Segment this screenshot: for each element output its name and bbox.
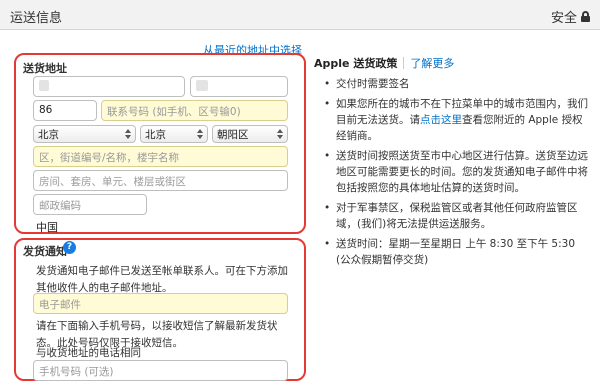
unit-field[interactable]: 房间、套房、单元、楼层或街区 bbox=[33, 170, 288, 191]
district-value: 朝阳区 bbox=[217, 128, 249, 141]
country-code-field[interactable]: 86 bbox=[33, 100, 97, 121]
country-label: 中国 bbox=[36, 221, 58, 234]
page-title: 运送信息 bbox=[10, 11, 63, 26]
secure-label: 安全 bbox=[550, 11, 577, 26]
shipping-address-label: 送货地址 bbox=[23, 62, 67, 75]
postal-code-field[interactable]: 邮政编码 bbox=[33, 194, 147, 215]
lock-icon bbox=[581, 11, 590, 22]
district-select[interactable]: 朝阳区 bbox=[212, 125, 288, 143]
chevron-updown-icon bbox=[125, 129, 131, 139]
policy-item: 交付时需要签名 bbox=[322, 76, 592, 92]
click-here-link[interactable]: 点击这里 bbox=[420, 114, 462, 126]
province-select[interactable]: 北京 bbox=[33, 125, 136, 143]
policy-list: 交付时需要签名 如果您所在的城市不在下拉菜单中的城市范围内，我们目前无法送货。请… bbox=[322, 76, 592, 272]
policy-header: Apple 送货政策 了解更多 bbox=[314, 55, 454, 71]
first-name-field[interactable] bbox=[33, 76, 185, 97]
city-value: 北京 bbox=[145, 128, 166, 141]
divider bbox=[403, 57, 405, 69]
policy-title: Apple 送货政策 bbox=[314, 57, 398, 70]
chevron-updown-icon bbox=[277, 129, 283, 139]
city-select[interactable]: 北京 bbox=[140, 125, 208, 143]
question-icon[interactable]: ? bbox=[63, 241, 76, 254]
email-notice-text: 发货通知电子邮件已发送至帐单联系人。可在下方添加其他收件人的电子邮件地址。 bbox=[36, 265, 288, 294]
top-bar: 运送信息 安全 bbox=[0, 0, 600, 30]
policy-item: 送货时间按照送货至市中心地区进行估算。送货至边远地区可能需要更长的时间。您的发货… bbox=[322, 148, 592, 196]
mobile-field[interactable]: 手机号码 (可选) bbox=[33, 360, 288, 381]
secure-indicator: 安全 bbox=[551, 7, 590, 26]
shipping-notice-label: 发货通知 bbox=[23, 245, 67, 258]
policy-item: 送货时间：星期一至星期日 上午 8:30 至下午 5:30 (公众假期暂停交货) bbox=[322, 236, 592, 268]
learn-more-link[interactable]: 了解更多 bbox=[410, 55, 454, 71]
province-value: 北京 bbox=[38, 128, 59, 141]
email-field[interactable]: 电子邮件 bbox=[33, 293, 288, 314]
chevron-updown-icon bbox=[197, 129, 203, 139]
policy-item: 如果您所在的城市不在下拉菜单中的城市范围内，我们目前无法送货。请点击这里查看您附… bbox=[322, 96, 592, 144]
phone-field[interactable]: 联系号码 (如手机、区号输0) bbox=[101, 100, 288, 121]
street-field[interactable]: 区，街道编号/名称，楼宇名称 bbox=[33, 146, 288, 167]
last-name-field[interactable] bbox=[190, 76, 288, 97]
policy-item: 对于军事禁区，保税监管区或者其他任何政府监管区域，(我们)将无法提供运送服务。 bbox=[322, 200, 592, 232]
